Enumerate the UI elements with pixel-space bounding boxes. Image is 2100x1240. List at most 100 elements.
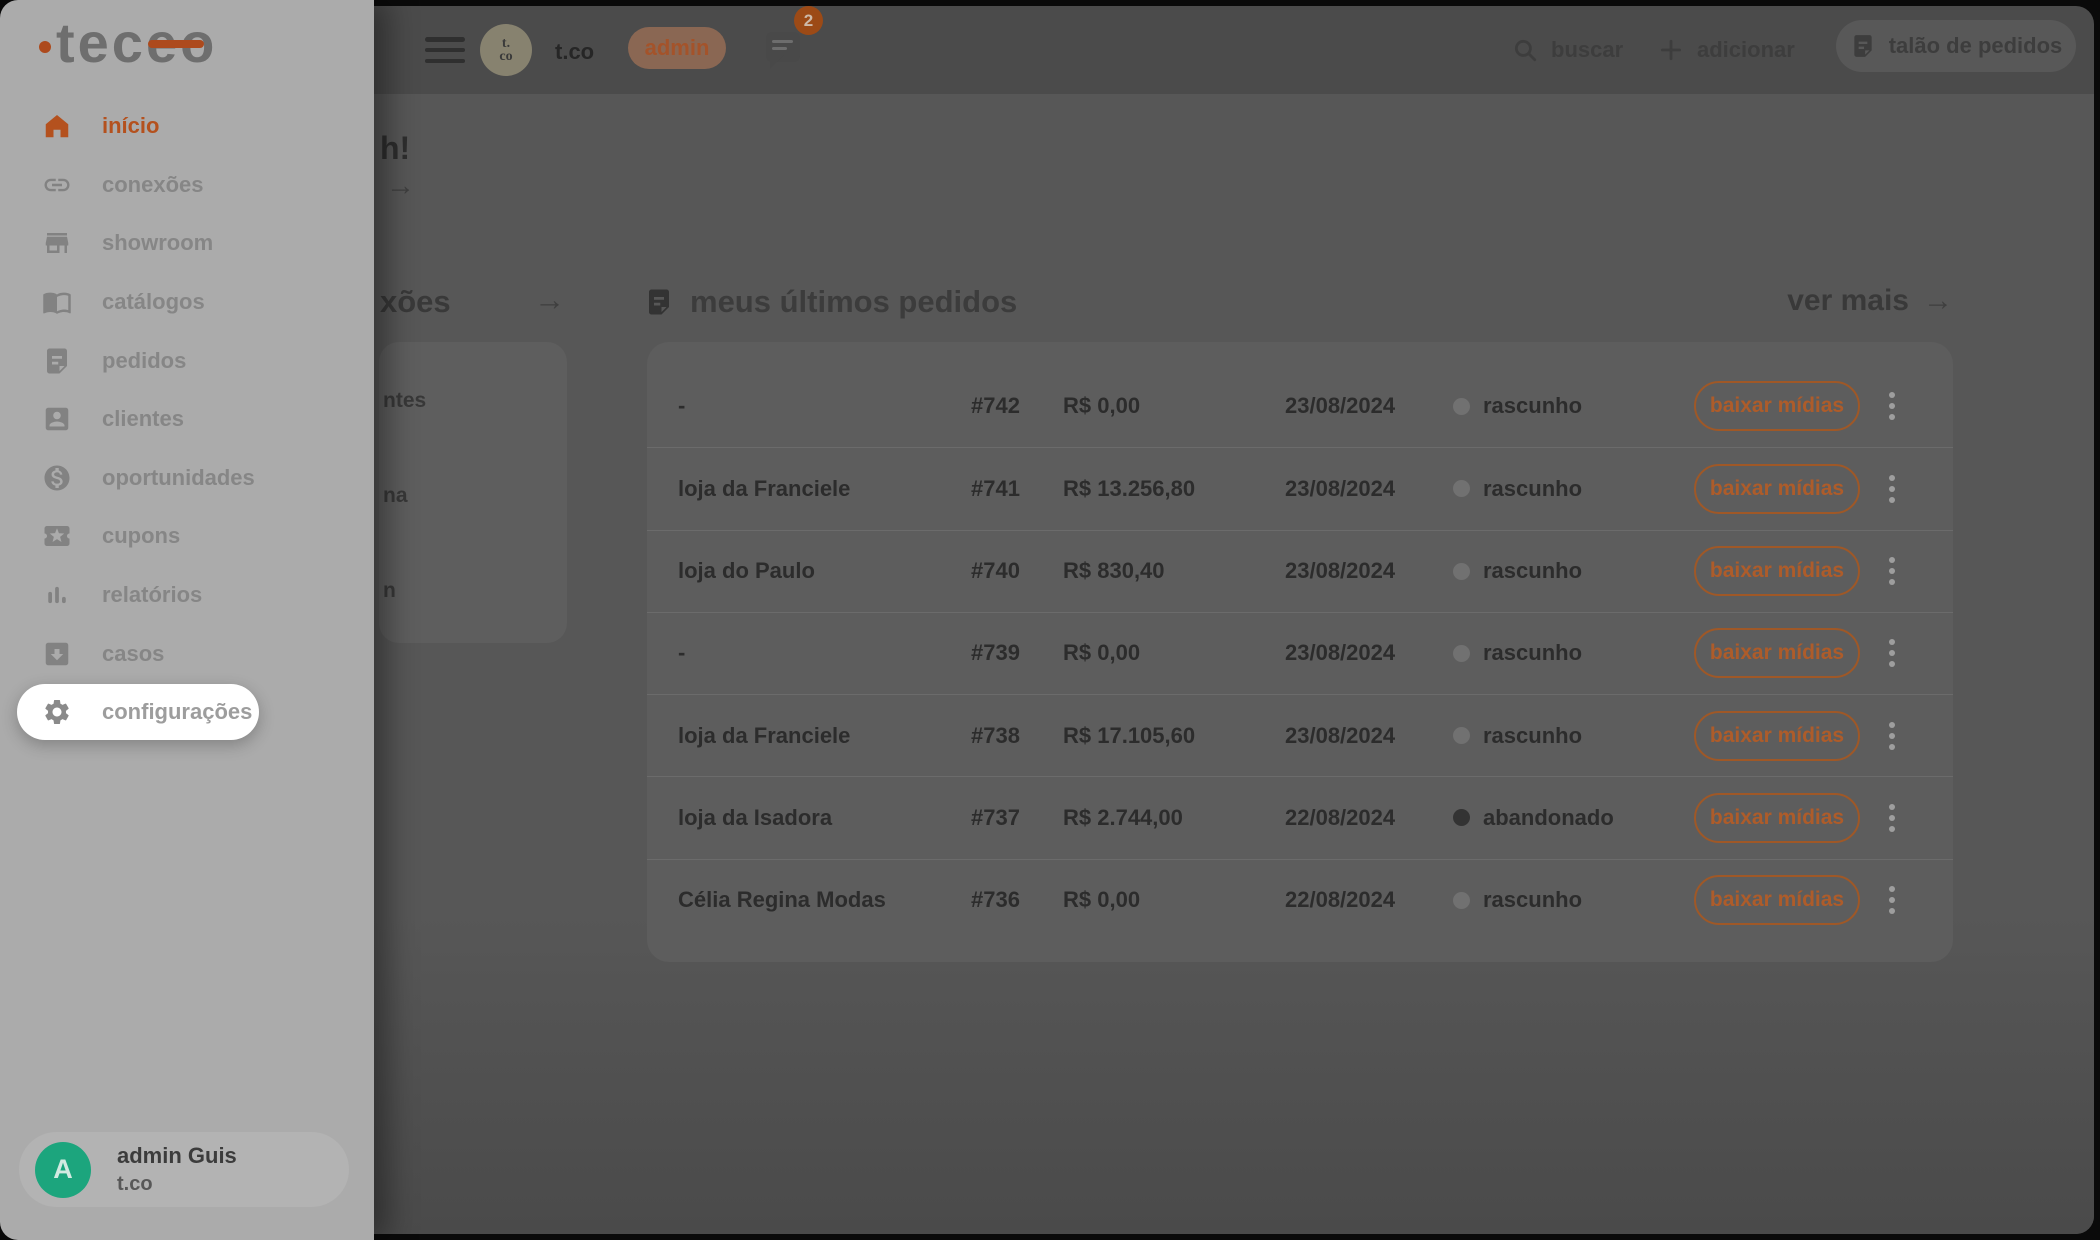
order-date: 22/08/2024 [1285,887,1396,913]
user-name: admin Guis [117,1143,237,1168]
role-badge: admin [628,27,726,69]
status-dot-icon [1453,480,1470,498]
kebab-menu-icon[interactable] [1885,718,1899,754]
sidebar-item-conexoes[interactable]: conexões [0,156,374,215]
table-row: - #742 R$ 0,00 23/08/2024 rascunho baixa… [647,365,1953,447]
sidebar-item-label: configurações [102,698,253,724]
see-more-link[interactable]: ver mais → [1787,284,1953,318]
order-store: loja da Franciele [678,722,851,748]
table-row: loja do Paulo #740 R$ 830,40 23/08/2024 … [647,529,1953,612]
table-row: - #739 R$ 0,00 23/08/2024 rascunho baixa… [647,611,1953,694]
connection-name-fragment: n [383,579,396,602]
order-date: 23/08/2024 [1285,475,1396,501]
dollar-icon [42,463,72,493]
app-screen: t. co t.co admin 2 buscar adicionar talã… [0,0,2100,1240]
sidebar-item-configuracoes[interactable]: configurações [17,683,259,740]
sidebar-item-oportunidades[interactable]: oportunidades [0,449,374,508]
download-media-button[interactable]: baixar mídias [1694,710,1860,761]
kebab-menu-icon[interactable] [1885,471,1899,507]
sidebar-item-label: oportunidades [102,464,255,490]
order-store: loja da Isadora [678,804,833,830]
table-row: loja da Franciele #741 R$ 13.256,80 23/0… [647,447,1953,529]
order-store: loja do Paulo [678,558,815,584]
plus-icon [1660,39,1682,61]
orders-section-title: meus últimos pedidos [690,284,1018,319]
status-dot-icon [1453,397,1470,415]
sidebar-item-inicio[interactable]: início [0,97,374,156]
status-label: rascunho [1483,887,1583,913]
sidebar-item-label: casos [102,640,165,666]
status-dot-icon [1453,809,1470,827]
add-button[interactable]: adicionar [1658,6,1795,94]
status-label: rascunho [1483,640,1583,666]
sidebar-item-clientes[interactable]: clientes [0,390,374,449]
user-profile-button[interactable]: A admin Guis t.co [19,1132,349,1207]
table-row: Célia Regina Modas #736 R$ 0,00 22/08/20… [647,858,1953,941]
status-dot-icon [1453,644,1470,662]
workspace-avatar[interactable]: t. co [480,24,532,76]
sidebar-item-showroom[interactable]: showroom [0,214,374,273]
workspace-name: t.co [555,39,595,64]
table-row: loja da Franciele #738 R$ 17.105,60 23/0… [647,694,1953,776]
order-date: 22/08/2024 [1285,804,1396,830]
order-store: - [678,640,686,666]
download-media-button[interactable]: baixar mídias [1694,546,1860,597]
order-store: loja da Franciele [678,475,851,501]
download-media-button[interactable]: baixar mídias [1694,463,1860,514]
sidebar: teceo início conexões showroom catálogos… [0,0,374,1240]
kebab-menu-icon[interactable] [1885,388,1899,424]
order-total: R$ 2.744,00 [1063,804,1183,830]
connection-name-fragment: ntes [383,389,427,412]
download-media-button[interactable]: baixar mídias [1694,792,1860,843]
order-status: rascunho [1453,723,1694,749]
chat-button[interactable] [766,32,804,70]
badge-icon [42,404,72,434]
logo-strike-icon [148,40,204,48]
order-store: Célia Regina Modas [678,887,886,913]
sidebar-item-cupons[interactable]: cupons [0,507,374,566]
search-button[interactable]: buscar [1512,6,1623,94]
order-pad-icon [1854,35,1872,57]
order-pad-label: talão de pedidos [1888,33,2063,58]
sidebar-item-label: relatórios [102,582,203,608]
sidebar-item-casos[interactable]: casos [0,624,374,683]
order-status: rascunho [1453,887,1694,913]
order-status: rascunho [1453,393,1694,419]
order-total: R$ 17.105,60 [1063,722,1196,748]
kebab-menu-icon[interactable] [1885,800,1899,836]
kebab-menu-icon[interactable] [1885,882,1899,918]
sidebar-menu: início conexões showroom catálogos pedid… [0,97,374,742]
order-total: R$ 830,40 [1063,558,1165,584]
download-media-button[interactable]: baixar mídias [1694,628,1860,679]
sidebar-item-label: conexões [102,171,204,197]
orders-table-card: - #742 R$ 0,00 23/08/2024 rascunho baixa… [647,342,1953,962]
sidebar-item-catalogos[interactable]: catálogos [0,273,374,332]
status-label: rascunho [1483,722,1583,748]
sidebar-item-relatorios[interactable]: relatórios [0,566,374,625]
user-org: t.co [117,1173,153,1195]
download-media-button[interactable]: baixar mídias [1694,381,1860,432]
order-date: 23/08/2024 [1285,722,1396,748]
download-media-button[interactable]: baixar mídias [1694,875,1860,926]
connections-card-fragment: ntes na n [379,342,567,643]
user-avatar: A [35,1141,91,1198]
order-pad-button[interactable]: talão de pedidos [1836,20,2076,72]
order-total: R$ 0,00 [1063,887,1141,913]
kebab-menu-icon[interactable] [1885,635,1899,671]
chat-icon [766,32,800,69]
connections-heading-fragment: xões [380,284,451,319]
order-status: rascunho [1453,558,1694,584]
order-status: rascunho [1453,476,1694,502]
hamburger-menu-icon[interactable] [425,37,465,63]
sidebar-item-label: catálogos [102,289,205,315]
logo-dot-icon [39,41,51,53]
sidebar-item-label: pedidos [102,347,187,373]
greeting-text-fragment: h! [380,130,411,166]
order-number: #737 [971,804,1020,830]
chat-unread-badge: 2 [794,6,823,35]
note-icon [42,346,72,376]
status-label: rascunho [1483,393,1583,419]
order-number: #739 [971,640,1020,666]
sidebar-item-pedidos[interactable]: pedidos [0,331,374,390]
kebab-menu-icon[interactable] [1885,553,1899,589]
